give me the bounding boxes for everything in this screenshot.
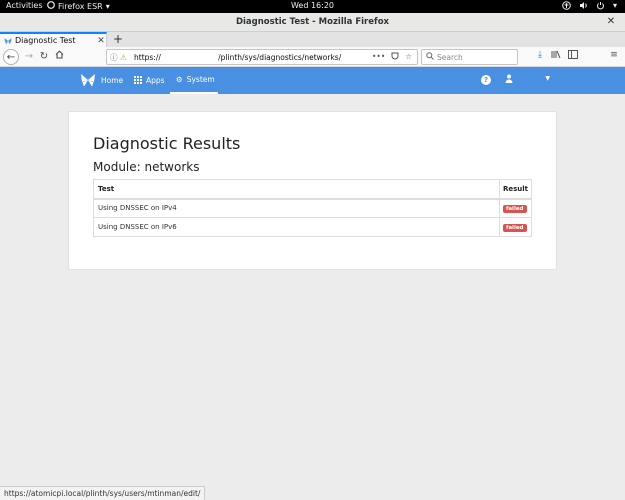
new-tab-button[interactable]: + [112, 32, 124, 47]
result-cell: failed [498, 198, 533, 218]
page-title: Diagnostic Results [93, 134, 241, 153]
nav-system[interactable]: ⚙ System [170, 67, 218, 94]
nav-apps-label: Apps [146, 76, 165, 85]
user-menu-chevron-icon[interactable]: ▼ [545, 75, 550, 82]
search-placeholder: Search [437, 52, 463, 62]
column-header-result: Result [498, 179, 533, 200]
table-row: Using DNSSEC on IPv6 failed [93, 217, 533, 237]
freedombox-logo[interactable] [80, 72, 96, 88]
clock[interactable]: Wed 16:20 [0, 1, 625, 10]
pocket-icon[interactable] [391, 52, 399, 62]
info-icon[interactable]: ⓘ [110, 52, 120, 63]
system-top-bar: Activities Firefox ESR ▾ Wed 16:20 ▾ [0, 0, 625, 13]
tab-strip: Diagnostic Test ✕ + [0, 32, 625, 47]
arrow-right-icon: → [24, 51, 34, 62]
library-button[interactable] [550, 50, 562, 64]
nav-home[interactable]: Home [101, 67, 123, 94]
table-header-row: Test Result [93, 179, 533, 200]
reload-icon: ↻ [39, 51, 49, 62]
tab-diagnostic-test[interactable]: Diagnostic Test ✕ [0, 32, 107, 47]
page-content: Diagnostic Results Module: networks Test… [0, 94, 625, 486]
test-name-cell: Using DNSSEC on IPv6 [93, 217, 500, 237]
tab-label: Diagnostic Test [15, 36, 76, 45]
back-button[interactable]: ← [3, 49, 19, 65]
window-titlebar: Diagnostic Test - Mozilla Firefox ✕ [0, 13, 625, 32]
system-tray[interactable]: ▾ [562, 1, 617, 12]
accessibility-icon[interactable] [562, 1, 571, 12]
freedombox-favicon-icon [4, 37, 12, 45]
results-card: Diagnostic Results Module: networks Test… [68, 111, 557, 270]
reload-button[interactable]: ↻ [36, 49, 52, 65]
page-actions-icon[interactable]: ••• [372, 52, 385, 62]
nav-system-label: System [186, 75, 215, 84]
arrow-left-icon: ← [6, 52, 16, 63]
hamburger-menu-icon: ≡ [610, 50, 618, 60]
nav-apps[interactable]: Apps [134, 67, 165, 94]
search-icon [426, 52, 434, 62]
failed-badge: failed [502, 223, 527, 232]
download-icon: ⤓ [538, 50, 542, 60]
url-bar[interactable]: ⓘ ⚠ https:// /plinth/sys/diagnostics/net… [106, 49, 418, 65]
close-icon: ✕ [606, 16, 616, 27]
library-icon [551, 50, 561, 62]
window-close-button[interactable]: ✕ [605, 16, 617, 28]
help-icon[interactable]: ? [481, 75, 491, 85]
window-title: Diagnostic Test - Mozilla Firefox [235, 17, 390, 27]
chevron-down-icon: ▾ [612, 1, 617, 10]
failed-badge: failed [502, 204, 527, 213]
home-icon [55, 50, 64, 62]
search-input[interactable]: Search [421, 49, 518, 65]
bookmark-star-icon[interactable]: ☆ [405, 52, 412, 62]
gear-icon: ⚙ [176, 75, 183, 84]
status-bar-url: https://atomicpi.local/plinth/sys/users/… [0, 486, 206, 500]
forward-button[interactable]: → [21, 49, 37, 65]
browser-navbar: ← → ↻ ⓘ ⚠ https:// /plinth/sys/diagnosti… [0, 47, 625, 67]
test-name-cell: Using DNSSEC on IPv4 [93, 198, 500, 218]
power-icon[interactable] [596, 1, 605, 12]
downloads-button[interactable]: ⤓ [534, 50, 546, 64]
sidebar-button[interactable] [567, 50, 579, 64]
menu-button[interactable]: ≡ [608, 50, 620, 64]
sidebar-icon [568, 50, 578, 62]
result-cell: failed [498, 217, 533, 237]
table-row: Using DNSSEC on IPv4 failed [93, 198, 533, 218]
volume-icon[interactable] [579, 1, 588, 12]
user-icon[interactable] [505, 74, 513, 85]
close-tab-icon[interactable]: ✕ [96, 36, 106, 46]
module-heading: Module: networks [93, 160, 200, 174]
home-button[interactable] [51, 49, 67, 65]
grid-icon [134, 75, 142, 86]
results-table: Test Result Using DNSSEC on IPv4 failed … [93, 179, 533, 237]
nav-home-label: Home [101, 76, 124, 85]
warning-lock-icon[interactable]: ⚠ [120, 53, 130, 62]
app-navbar: Home Apps ⚙ System ? ▼ [0, 67, 625, 94]
url-text[interactable]: https:// /plinth/sys/diagnostics/network… [134, 53, 372, 62]
column-header-test: Test [93, 179, 500, 200]
